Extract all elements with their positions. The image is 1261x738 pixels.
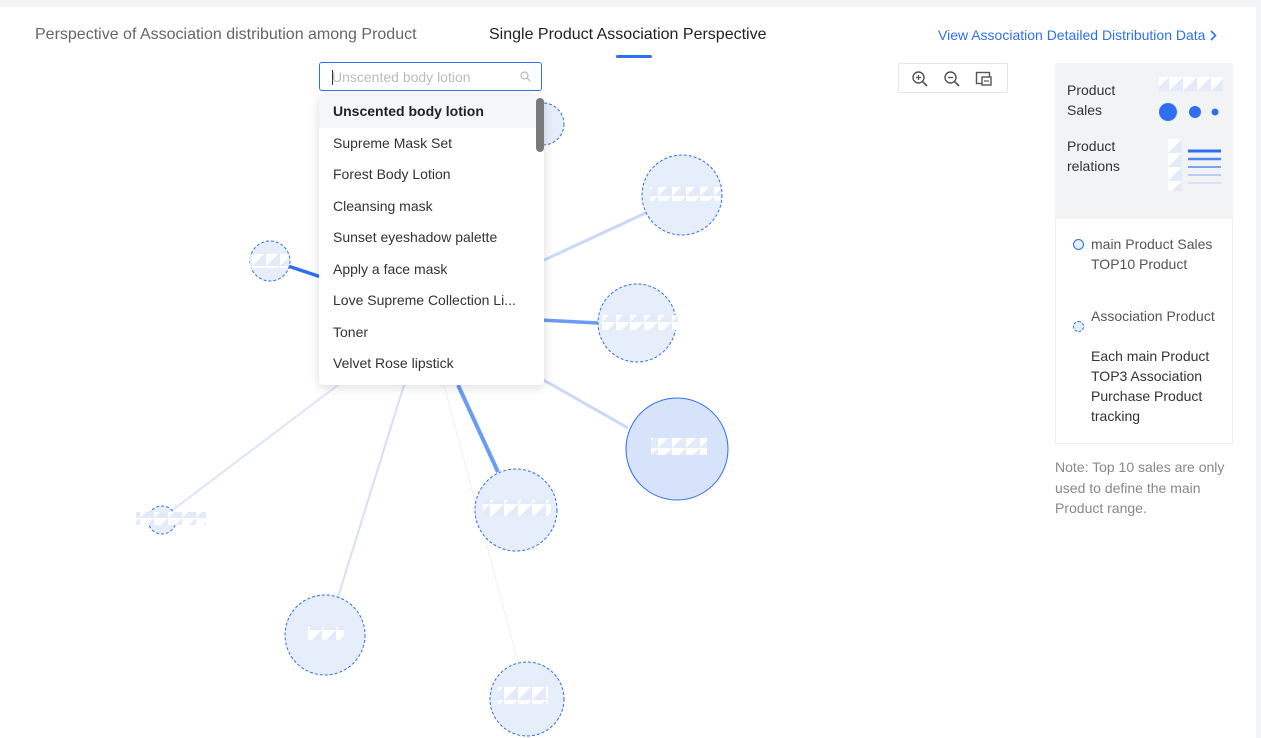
graph-node[interactable] — [249, 240, 291, 282]
zoom-toolbar — [898, 63, 1008, 93]
graph-edge — [337, 384, 405, 598]
graph-node[interactable] — [136, 505, 206, 535]
dropdown-option[interactable]: Unscented body lotion — [319, 96, 544, 128]
association-product-dot-icon — [1073, 321, 1084, 332]
dropdown-option[interactable]: Velvet Rose lipstick — [319, 348, 544, 380]
graph-node[interactable] — [284, 594, 366, 676]
legend-sales-label: Product Sales — [1067, 82, 1116, 118]
dropdown-option[interactable]: Forest Body Lotion — [319, 159, 544, 191]
graph-node-main[interactable] — [625, 397, 729, 501]
text-caret — [332, 70, 333, 85]
search-icon — [520, 71, 531, 82]
relations-strength-legend-icon — [1168, 139, 1221, 191]
note-text: Note: Top 10 sales are only used to defi… — [1055, 459, 1225, 516]
legend-association-title: Association Product — [1091, 308, 1215, 324]
dropdown-scrollbar[interactable] — [536, 98, 544, 152]
product-search-box[interactable] — [319, 62, 542, 91]
product-dropdown[interactable]: Unscented body lotion Supreme Mask Set F… — [319, 96, 544, 385]
legend-main-product: main Product Sales TOP10 Product — [1091, 236, 1213, 272]
legend-relations-label: Product relations — [1067, 138, 1120, 174]
product-search-input[interactable] — [332, 67, 512, 87]
legend-panel: Product Sales Product relations — [1055, 63, 1233, 219]
graph-node[interactable] — [474, 468, 558, 552]
sales-size-legend-icon — [1159, 77, 1223, 121]
dropdown-option[interactable]: Toner — [319, 317, 544, 349]
fit-view-icon[interactable] — [975, 70, 993, 88]
graph-node[interactable] — [641, 154, 723, 236]
legend-association-desc: Each main Product TOP3 Association Purch… — [1091, 348, 1210, 424]
dropdown-option[interactable]: Cleansing mask — [319, 191, 544, 223]
dropdown-option[interactable]: Sunset eyeshadow palette — [319, 222, 544, 254]
main-product-dot-icon — [1073, 239, 1084, 250]
graph-edge — [539, 376, 629, 430]
graph-node[interactable] — [489, 661, 565, 737]
zoom-out-icon[interactable] — [943, 70, 961, 88]
graph-edge — [539, 208, 653, 264]
dropdown-option[interactable]: Love Supreme Collection Li... — [319, 285, 544, 317]
dropdown-option[interactable]: Supreme Mask Set — [319, 128, 544, 160]
graph-edge — [169, 384, 339, 513]
graph-node[interactable] — [597, 283, 678, 363]
legend-node-types: main Product Sales TOP10 Product Associa… — [1055, 219, 1233, 444]
graph-edge — [539, 318, 599, 325]
dropdown-option[interactable]: Apply a face mask — [319, 254, 544, 286]
zoom-in-icon[interactable] — [911, 70, 929, 88]
